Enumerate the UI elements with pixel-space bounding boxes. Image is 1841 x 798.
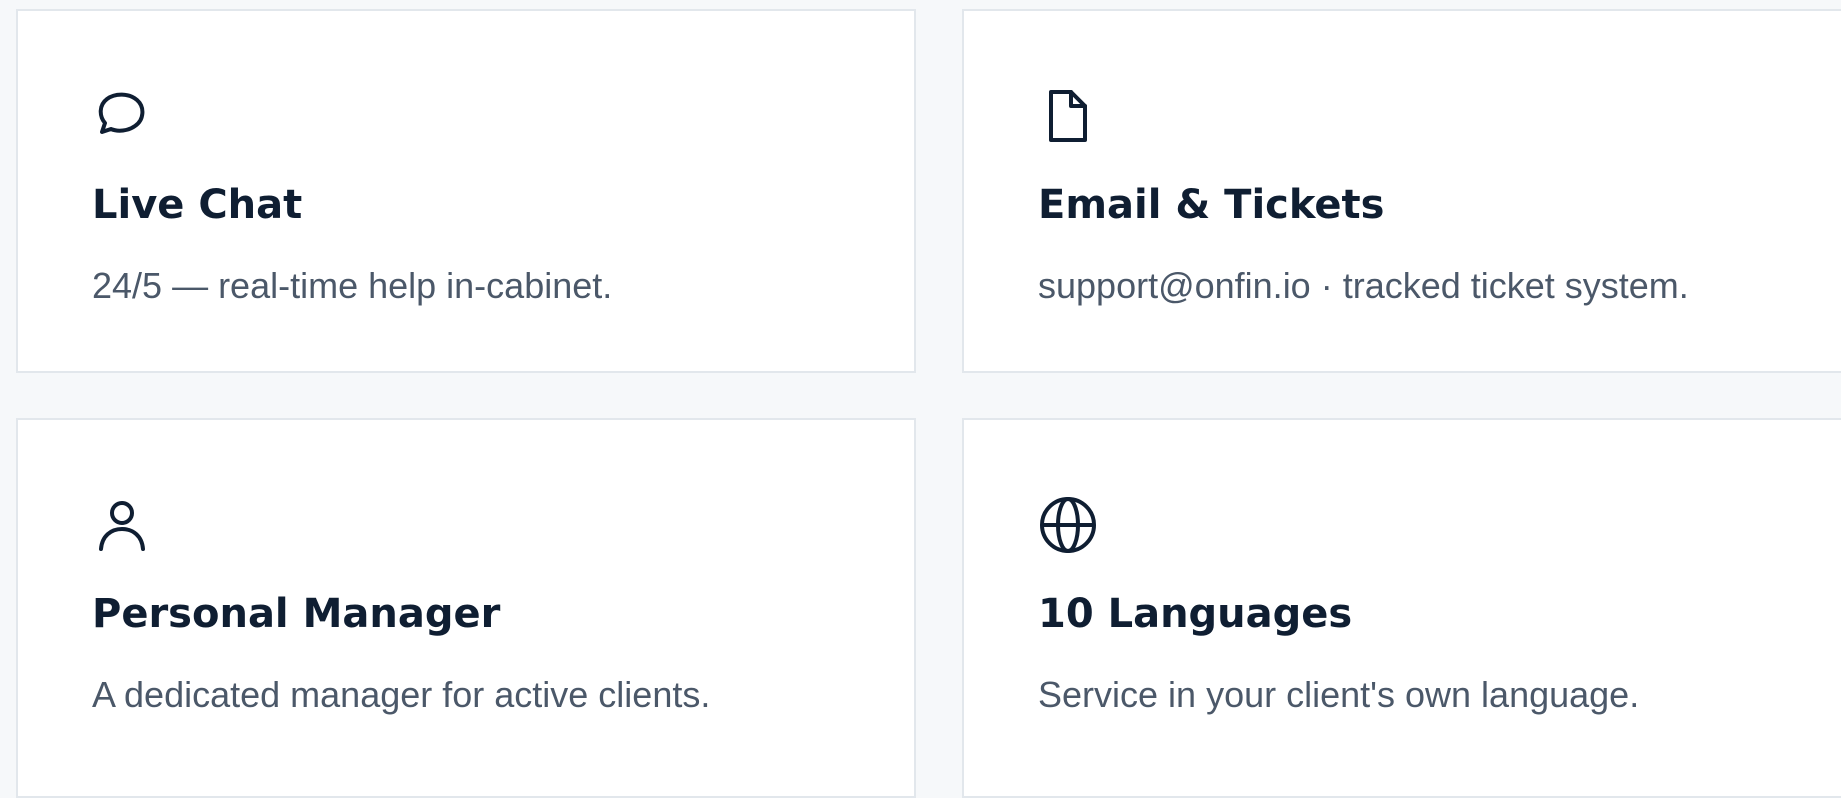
chat-bubble-icon <box>92 86 152 146</box>
globe-icon <box>1038 495 1098 555</box>
feature-title: Email & Tickets <box>1038 182 1385 228</box>
feature-card-live-chat: Live Chat 24/5 — real-time help in-cabin… <box>16 9 916 373</box>
feature-title: 10 Languages <box>1038 591 1353 637</box>
feature-title: Personal Manager <box>92 591 501 637</box>
feature-title: Live Chat <box>92 182 303 228</box>
feature-description: support@onfin.io · tracked ticket system… <box>1038 265 1689 306</box>
feature-card-personal-manager: Personal Manager A dedicated manager for… <box>16 418 916 798</box>
feature-description: 24/5 — real-time help in-cabinet. <box>92 265 613 306</box>
feature-description: Service in your client's own language. <box>1038 674 1640 715</box>
feature-description: A dedicated manager for active clients. <box>92 674 711 715</box>
document-icon <box>1038 86 1098 146</box>
feature-card-languages: 10 Languages Service in your client's ow… <box>962 418 1841 798</box>
feature-card-email-tickets: Email & Tickets support@onfin.io · track… <box>962 9 1841 373</box>
person-icon <box>92 495 152 555</box>
support-features-grid: Live Chat 24/5 — real-time help in-cabin… <box>16 9 1841 798</box>
